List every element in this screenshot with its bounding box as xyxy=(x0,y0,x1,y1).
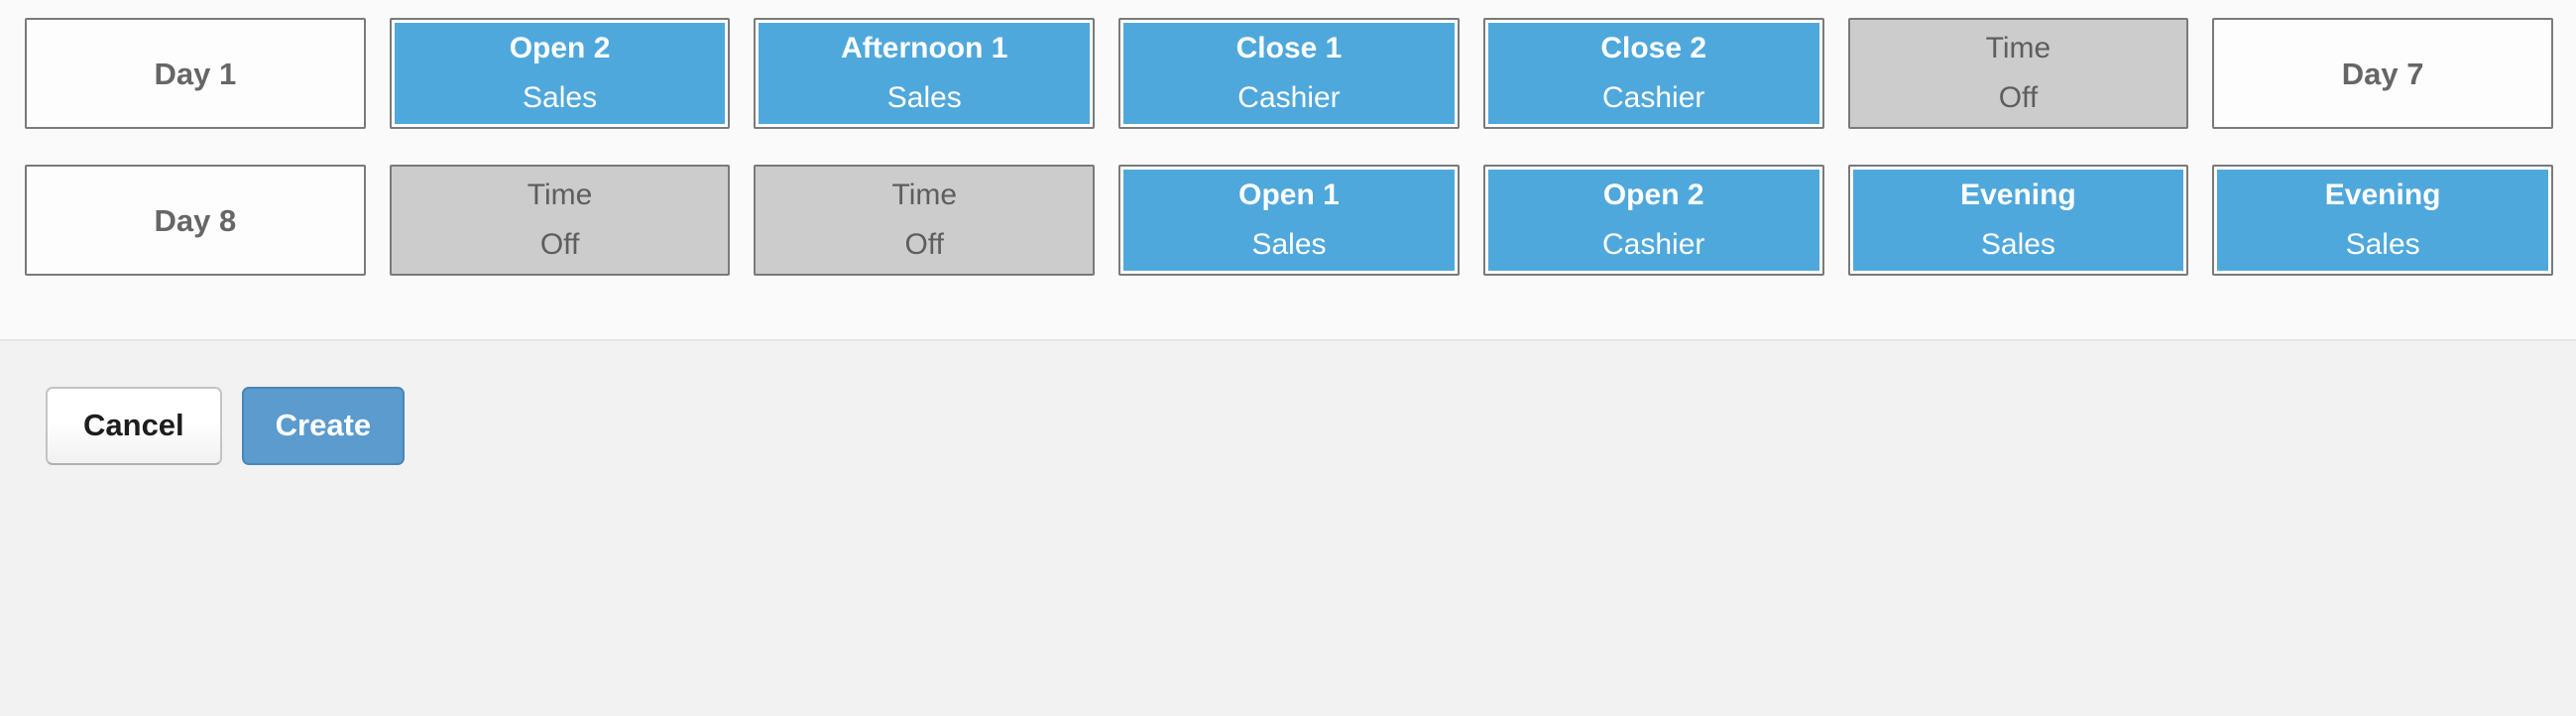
modal-footer: Cancel Create xyxy=(0,341,2576,716)
shift-card-content: Time Off xyxy=(392,167,729,274)
shift-card-subtitle: Sales xyxy=(2345,228,2420,261)
shift-card-content: Close 1 Cashier xyxy=(1123,23,1455,124)
shift-card-subtitle: Off xyxy=(539,228,580,261)
shift-card-assigned[interactable]: Evening Sales xyxy=(2212,165,2553,276)
shift-card-assigned[interactable]: Close 2 Cashier xyxy=(1482,18,1824,129)
shift-card-day-placeholder[interactable]: Day 1 xyxy=(25,18,366,129)
shift-card-content: Time Off xyxy=(1850,20,2187,127)
shift-card-time-off[interactable]: Time Off xyxy=(389,165,731,276)
shift-card-content: Open 1 Sales xyxy=(1123,170,1455,271)
shift-card-day-placeholder[interactable]: Day 8 xyxy=(25,165,366,276)
shift-card-time-off[interactable]: Time Off xyxy=(1847,18,2189,129)
shift-card-content: Close 2 Cashier xyxy=(1487,23,1819,124)
shift-card-subtitle: Sales xyxy=(1251,228,1327,261)
shift-schedule-modal: Day 1 Open 2 Sales Afternoon 1 Sales Close 1C… xyxy=(0,0,2576,716)
shift-card-title: Afternoon 1 xyxy=(841,32,1008,64)
shift-card-subtitle: Cashier xyxy=(1602,81,1705,114)
cancel-button[interactable]: Cancel xyxy=(46,387,222,465)
shift-card-subtitle: Cashier xyxy=(1237,81,1341,114)
shift-card-title: Close 1 xyxy=(1235,32,1343,64)
shift-card-content: Day 8 xyxy=(27,167,364,274)
shift-card-content: Afternoon 1 Sales xyxy=(759,23,1091,124)
shift-card-title: Day 1 xyxy=(154,56,237,91)
shift-card-subtitle: Sales xyxy=(523,81,598,114)
shift-card-subtitle: Off xyxy=(904,228,945,261)
create-button[interactable]: Create xyxy=(241,387,406,465)
shift-card-content: Day 1 xyxy=(27,20,364,127)
shift-card-subtitle: Off xyxy=(1998,81,2039,114)
schedule-row-1: Day 1 Open 2 Sales Afternoon 1 Sales Close 1C… xyxy=(25,18,2553,129)
shift-card-title: Time xyxy=(891,179,958,211)
shift-card-assigned[interactable]: Open 2 Cashier xyxy=(1482,165,1824,276)
shift-card-content: Open 2 Sales xyxy=(394,23,726,124)
shift-card-title: Open 2 xyxy=(1602,179,1704,211)
shift-card-assigned[interactable]: Open 2 Sales xyxy=(389,18,731,129)
shift-card-subtitle: Sales xyxy=(886,81,962,114)
schedule-row-2: Day 8 Time Off Time Off Open 1 Sales Open 2 Cash… xyxy=(25,165,2553,276)
shift-card-content: Time Off xyxy=(756,167,1093,274)
shift-card-title: Open 2 xyxy=(509,32,611,64)
shift-card-title: Evening xyxy=(1960,179,2076,211)
shift-card-assigned[interactable]: Evening Sales xyxy=(1847,165,2189,276)
shift-card-title: Evening xyxy=(2324,179,2441,211)
shift-card-subtitle: Sales xyxy=(1980,228,2055,261)
shift-card-title: Day 8 xyxy=(154,202,237,238)
schedule-grid: Day 1 Open 2 Sales Afternoon 1 Sales Close 1C… xyxy=(0,0,2576,276)
shift-card-title: Day 7 xyxy=(2341,56,2424,91)
shift-card-title: Close 2 xyxy=(1600,32,1707,64)
shift-card-content: Day 7 xyxy=(2214,20,2551,127)
shift-card-title: Time xyxy=(1985,32,2051,64)
shift-card-content: Open 2 Cashier xyxy=(1487,170,1819,271)
shift-card-content: Evening Sales xyxy=(2217,170,2548,271)
shift-card-time-off[interactable]: Time Off xyxy=(754,165,1096,276)
shift-card-title: Open 1 xyxy=(1238,179,1340,211)
shift-card-assigned[interactable]: Open 1 Sales xyxy=(1118,165,1460,276)
shift-card-title: Time xyxy=(527,179,593,211)
shift-card-assigned[interactable]: Afternoon 1 Sales xyxy=(754,18,1096,129)
shift-card-subtitle: Cashier xyxy=(1602,228,1705,261)
shift-card-day-placeholder[interactable]: Day 7 xyxy=(2212,18,2553,129)
shift-card-content: Evening Sales xyxy=(1852,170,2184,271)
shift-card-assigned[interactable]: Close 1 Cashier xyxy=(1118,18,1460,129)
